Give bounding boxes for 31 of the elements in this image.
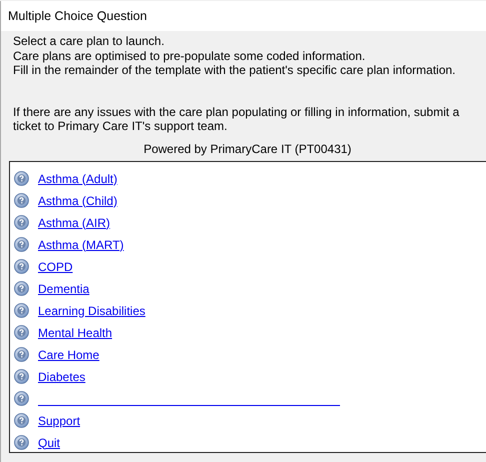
care-plan-link[interactable]: Diabetes (38, 370, 86, 384)
care-plan-link[interactable]: Asthma (Adult) (38, 172, 118, 186)
help-icon (14, 259, 29, 274)
care-plan-link[interactable]: Asthma (AIR) (38, 216, 110, 230)
help-icon (14, 369, 29, 384)
window-title: Multiple Choice Question (8, 9, 147, 23)
help-icon (14, 193, 29, 208)
care-plan-link[interactable]: Mental Health (38, 326, 112, 340)
help-icon (14, 391, 29, 406)
help-icon (14, 281, 29, 296)
instruction-text: Fill in the remainder of the template with the patient's specific care plan information. (13, 63, 457, 78)
help-icon (14, 303, 29, 318)
care-plan-link[interactable]: Care Home (38, 348, 100, 362)
instruction-text: Care plans are optimised to pre-populate some coded information. (13, 48, 366, 63)
support-note: If there are any issues with the care plan populating or filling in information, submit a ticket to Primary Care IT's support team. (12, 104, 460, 134)
help-icon (14, 215, 29, 230)
care-plan-link[interactable]: Dementia (38, 282, 90, 296)
care-plan-link[interactable]: Asthma (Child) (38, 194, 118, 208)
powered-by-text: Powered by PrimaryCare IT (PT00431) (144, 142, 352, 156)
help-icon (14, 325, 29, 340)
help-icon (14, 435, 29, 450)
instruction-text: Select a care plan to launch. (13, 34, 166, 48)
care-plan-link[interactable]: Learning Disabilities (38, 304, 146, 318)
care-plan-link[interactable]: Quit (38, 436, 60, 450)
care-plan-link[interactable]: Support (38, 414, 80, 428)
care-plan-link[interactable]: COPD (38, 260, 73, 274)
help-icon (14, 347, 29, 362)
help-icon (14, 413, 29, 428)
care-plan-link[interactable]: Asthma (MART) (38, 238, 124, 252)
help-icon (14, 171, 29, 186)
help-icon (14, 237, 29, 252)
